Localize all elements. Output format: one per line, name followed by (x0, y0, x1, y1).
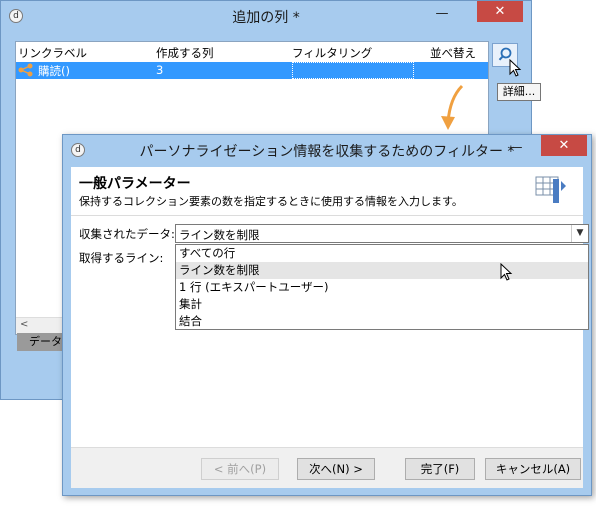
mouse-cursor-icon (500, 263, 513, 281)
lines-to-get-label: 取得するライン: (79, 251, 164, 265)
minimize-button[interactable]: — (431, 5, 453, 23)
share-link-icon (18, 63, 34, 77)
column-header[interactable]: フィルタリング (292, 45, 372, 61)
dropdown-option[interactable]: 結合 (176, 313, 588, 330)
dropdown-option[interactable]: 集計 (176, 296, 588, 313)
mouse-cursor-icon (509, 59, 522, 77)
column-header[interactable]: リンクラベル (18, 45, 87, 61)
next-button[interactable]: 次へ(N) > (297, 458, 375, 480)
collected-data-select[interactable]: ライン数を制限 ▼ (175, 224, 589, 243)
title-bar[interactable]: d パーソナライゼーション情報を収集するためのフィルター * — ✕ (63, 135, 591, 165)
table-row[interactable]: 購読() 3 (16, 62, 488, 79)
dropdown-list[interactable]: すべての行 ライン数を制限 1 行 (エキスパートユーザー) 集計 結合 (175, 244, 589, 330)
section-description: 保持するコレクション要素の数を指定するときに使用する情報を入力します。 (79, 195, 463, 208)
selected-value: ライン数を制限 (179, 228, 260, 242)
finish-button[interactable]: 完了(F) (405, 458, 475, 480)
column-header[interactable]: 並べ替え (430, 45, 476, 61)
close-button[interactable]: ✕ (477, 1, 523, 22)
cancel-button[interactable]: キャンセル(A) (485, 458, 581, 480)
column-header[interactable]: 作成する列 (156, 45, 214, 61)
scroll-left-icon[interactable]: < (20, 319, 28, 330)
app-icon: d (71, 143, 85, 157)
tooltip: 詳細... (497, 83, 541, 101)
personalization-filter-window: d パーソナライゼーション情報を収集するためのフィルター * — ✕ 一般パラメ… (62, 134, 592, 496)
window-title: パーソナライゼーション情報を収集するためのフィルター * (139, 144, 515, 160)
filter-cell[interactable] (292, 62, 414, 79)
dropdown-option[interactable]: すべての行 (176, 245, 588, 262)
section-title: 一般パラメーター (79, 176, 191, 192)
pointer-arrow-icon (441, 84, 464, 130)
link-label-cell: 購読() (38, 64, 70, 78)
collected-data-label: 収集されたデータ: (79, 227, 175, 241)
chevron-down-icon[interactable]: ▼ (571, 225, 588, 242)
table-filter-icon (535, 176, 566, 203)
wizard-header: 一般パラメーター 保持するコレクション要素の数を指定するときに使用する情報を入力… (71, 167, 583, 215)
title-bar[interactable]: d 追加の列 * — ✕ (1, 1, 531, 31)
table-header: リンクラベル 作成する列 フィルタリング 並べ替え (16, 42, 488, 63)
dropdown-option[interactable]: 1 行 (エキスパートユーザー) (176, 279, 588, 296)
form-area: 収集されたデータ: ライン数を制限 ▼ 取得するライン: すべての行 ライン数を… (71, 215, 589, 448)
button-bar: < 前へ(P) 次へ(N) > 完了(F) キャンセル(A) (71, 447, 583, 488)
close-button[interactable]: ✕ (541, 135, 587, 156)
prev-button[interactable]: < 前へ(P) (201, 458, 279, 480)
column-count-cell: 3 (156, 63, 164, 77)
minimize-button[interactable]: — (505, 139, 527, 157)
dropdown-option[interactable]: ライン数を制限 (176, 262, 588, 279)
tab-data[interactable]: データ (17, 333, 65, 351)
